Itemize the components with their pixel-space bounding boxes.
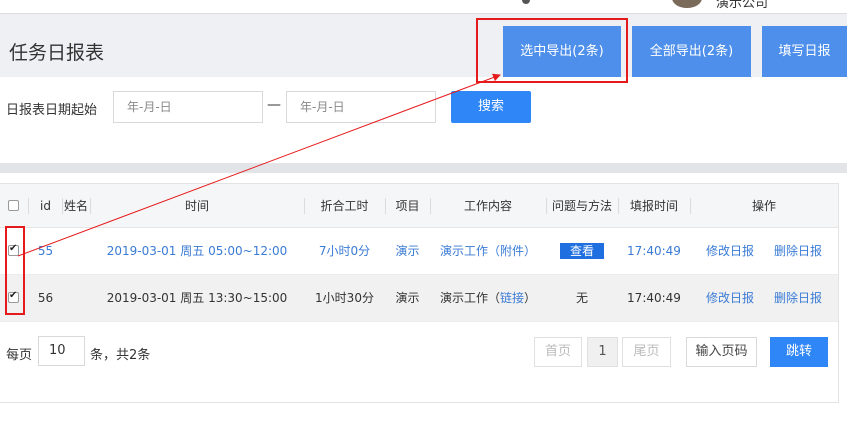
jump-button[interactable]: 跳转 bbox=[770, 337, 828, 367]
row-content: 演示工作（链接） bbox=[430, 275, 546, 321]
header-fill-time[interactable]: 填报时间 bbox=[618, 184, 690, 228]
row-project[interactable]: 演示 bbox=[385, 228, 430, 274]
section-divider bbox=[0, 163, 847, 173]
delete-report-link[interactable]: 删除日报 bbox=[770, 228, 826, 274]
header-hours[interactable]: 折合工时 bbox=[304, 184, 385, 228]
row-hours[interactable]: 7小时0分 bbox=[304, 228, 385, 274]
row-fill-time: 17:40:49 bbox=[627, 291, 681, 305]
annotation-box-export bbox=[476, 18, 628, 83]
filter-bar: 日报表日期起始 年-月-日 — 年-月-日 搜索 bbox=[0, 77, 847, 163]
table-row: 56 2019-03-01 周五 13:30~15:00 1小时30分 演示 演… bbox=[0, 275, 838, 322]
row-project: 演示 bbox=[395, 291, 420, 305]
row-content-prefix: 演示工作（ bbox=[439, 291, 500, 305]
content-link[interactable]: 链接 bbox=[500, 291, 524, 305]
row-time[interactable]: 2019-03-01 周五 05:00~12:00 bbox=[90, 228, 304, 274]
date-range-label: 日报表日期起始 bbox=[6, 103, 98, 118]
row-fill-time[interactable]: 17:40:49 bbox=[618, 228, 690, 274]
total-count-label: 条，共2条 bbox=[90, 348, 151, 363]
header-project[interactable]: 项目 bbox=[385, 184, 430, 228]
delete-report-link[interactable]: 删除日报 bbox=[770, 275, 826, 321]
row-id[interactable]: 55 bbox=[29, 228, 62, 274]
annotation-box-checkboxes bbox=[5, 226, 25, 315]
row-content[interactable]: 演示工作（附件） bbox=[430, 228, 546, 274]
start-date-input[interactable]: 年-月-日 bbox=[113, 91, 263, 123]
header-actions: 操作 bbox=[751, 199, 776, 213]
view-issue-button[interactable]: 查看 bbox=[559, 243, 604, 259]
row-id: 56 bbox=[37, 291, 54, 305]
header-time[interactable]: 时间 bbox=[90, 184, 304, 228]
page-title: 任务日报表 bbox=[9, 42, 105, 64]
row-time: 2019-03-01 周五 13:30~15:00 bbox=[106, 291, 288, 305]
current-page-button[interactable]: 1 bbox=[587, 337, 618, 367]
table-header: id 姓名 时间 折合工时 项目 工作内容 问题与方法 填报时间 操作 bbox=[0, 184, 838, 228]
per-page-input[interactable]: 10 bbox=[38, 336, 85, 366]
header-id[interactable]: id bbox=[29, 184, 62, 228]
date-separator: — bbox=[267, 97, 281, 113]
search-button[interactable]: 搜索 bbox=[451, 91, 531, 123]
edit-report-link[interactable]: 修改日报 bbox=[690, 228, 770, 274]
table-row: 55 2019-03-01 周五 05:00~12:00 7小时0分 演示 演示… bbox=[0, 228, 838, 275]
jump-page-input[interactable]: 输入页码 bbox=[686, 337, 757, 367]
row-content-suffix: ） bbox=[524, 291, 537, 305]
select-all-checkbox[interactable] bbox=[8, 200, 19, 211]
header-issue[interactable]: 问题与方法 bbox=[546, 184, 618, 228]
fill-report-button[interactable]: 填写日报 bbox=[762, 26, 847, 78]
row-issue: 查看 bbox=[546, 228, 618, 274]
per-page-label: 每页 bbox=[6, 348, 33, 363]
company-name[interactable]: 演示公司 bbox=[716, 0, 768, 11]
edit-report-link[interactable]: 修改日报 bbox=[690, 275, 770, 321]
row-hours: 1小时30分 bbox=[315, 291, 374, 305]
first-page-button[interactable]: 首页 bbox=[534, 337, 582, 367]
header-content[interactable]: 工作内容 bbox=[430, 184, 546, 228]
page-header: 任务日报表 选中导出(2条) 全部导出(2条) 填写日报 bbox=[0, 14, 847, 78]
export-all-button[interactable]: 全部导出(2条) bbox=[632, 26, 751, 78]
avatar[interactable] bbox=[672, 0, 702, 8]
last-page-button[interactable]: 尾页 bbox=[622, 337, 671, 367]
header-name[interactable]: 姓名 bbox=[62, 184, 90, 228]
row-issue: 无 bbox=[575, 291, 588, 305]
end-date-input[interactable]: 年-月-日 bbox=[286, 91, 436, 123]
report-table-panel: id 姓名 时间 折合工时 项目 工作内容 问题与方法 填报时间 操作 55 2… bbox=[0, 183, 839, 403]
top-bar: 演示公司 bbox=[0, 0, 847, 14]
notification-icon[interactable] bbox=[522, 0, 530, 4]
